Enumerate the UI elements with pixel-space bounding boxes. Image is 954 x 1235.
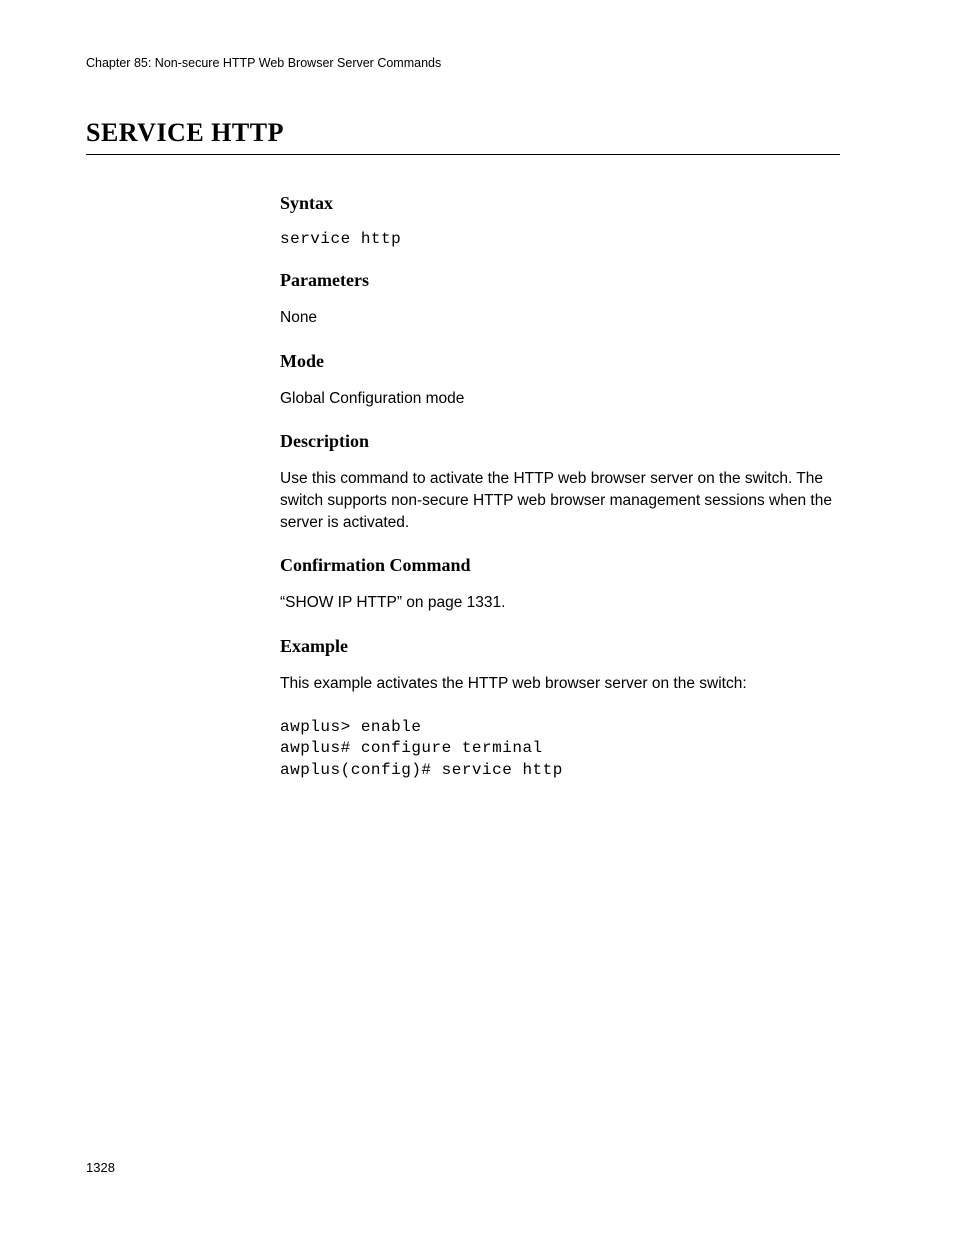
parameters-text: None: [280, 307, 840, 329]
syntax-command: service http: [280, 230, 840, 248]
page-container: Chapter 85: Non-secure HTTP Web Browser …: [0, 0, 954, 782]
chapter-header: Chapter 85: Non-secure HTTP Web Browser …: [86, 56, 840, 70]
section-confirmation: Confirmation Command “SHOW IP HTTP” on p…: [280, 555, 840, 614]
section-example: Example This example activates the HTTP …: [280, 636, 840, 781]
section-description: Description Use this command to activate…: [280, 431, 840, 533]
heading-example: Example: [280, 636, 840, 657]
section-mode: Mode Global Configuration mode: [280, 351, 840, 410]
section-syntax: Syntax service http: [280, 193, 840, 248]
page-title: SERVICE HTTP: [86, 118, 840, 155]
description-text: Use this command to activate the HTTP we…: [280, 468, 840, 533]
content-area: Syntax service http Parameters None Mode…: [280, 193, 840, 782]
heading-syntax: Syntax: [280, 193, 840, 214]
heading-description: Description: [280, 431, 840, 452]
confirmation-text: “SHOW IP HTTP” on page 1331.: [280, 592, 840, 614]
heading-mode: Mode: [280, 351, 840, 372]
mode-text: Global Configuration mode: [280, 388, 840, 410]
heading-parameters: Parameters: [280, 270, 840, 291]
heading-confirmation: Confirmation Command: [280, 555, 840, 576]
section-parameters: Parameters None: [280, 270, 840, 329]
example-intro: This example activates the HTTP web brow…: [280, 673, 840, 695]
example-code: awplus> enable awplus# configure termina…: [280, 717, 840, 782]
page-number: 1328: [86, 1160, 115, 1175]
